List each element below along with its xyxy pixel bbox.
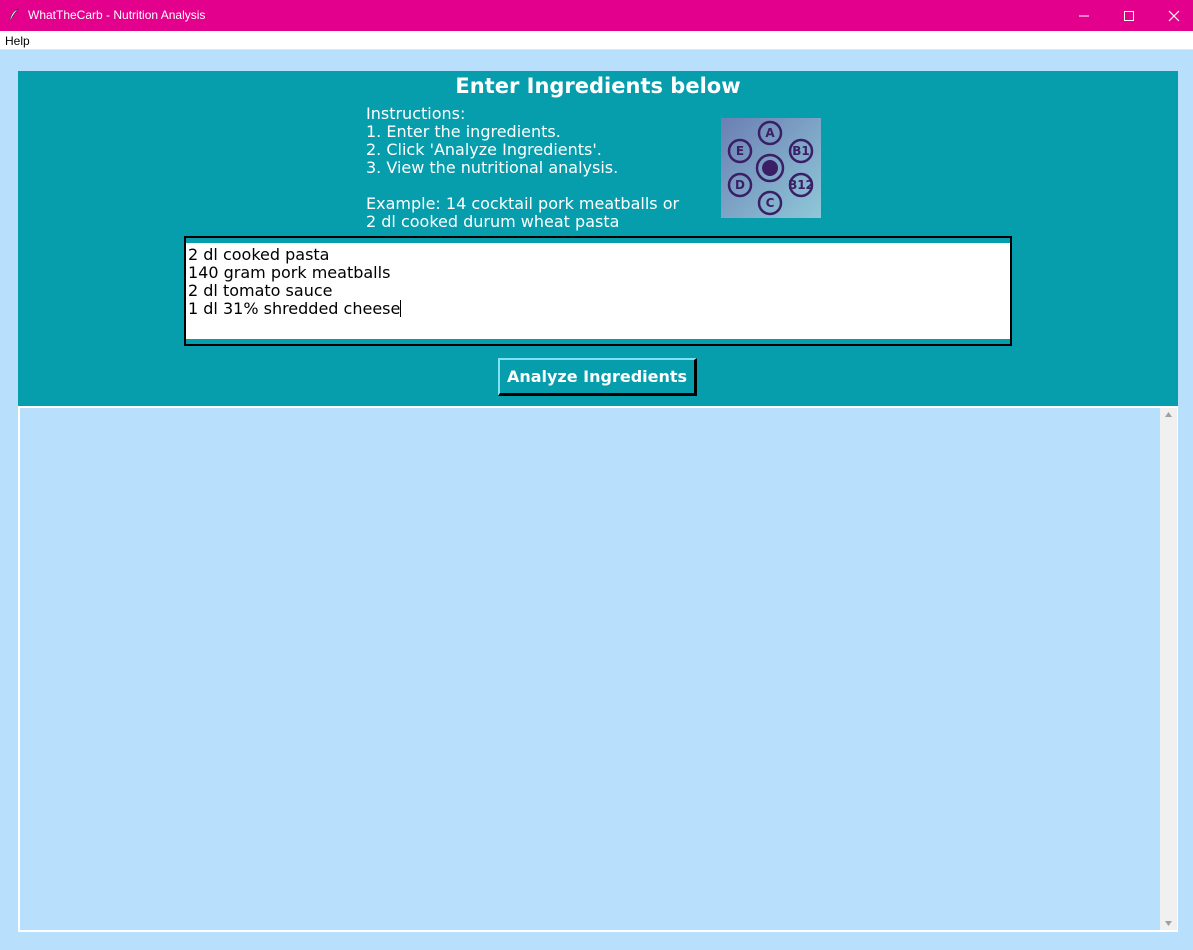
logo-letter: A xyxy=(765,126,775,140)
input-border-strip xyxy=(186,339,1010,344)
instructions-line xyxy=(366,177,679,195)
minimize-icon xyxy=(1079,15,1089,17)
vitamins-logo-icon: A B1 B12 C D E xyxy=(721,118,821,218)
ingredients-text: 2 dl cooked pasta 140 gram pork meatball… xyxy=(188,245,402,318)
results-scrollbar[interactable] xyxy=(1160,408,1177,930)
logo-letter: E xyxy=(736,144,744,158)
close-button[interactable] xyxy=(1151,0,1193,31)
maximize-icon xyxy=(1124,11,1134,21)
logo-letter: B12 xyxy=(788,178,814,192)
ingredients-input[interactable]: 2 dl cooked pasta 140 gram pork meatball… xyxy=(184,236,1012,346)
logo-letter: B1 xyxy=(792,144,810,158)
title-bar: WhatTheCarb - Nutrition Analysis xyxy=(0,0,1193,31)
logo-letter: C xyxy=(766,196,775,210)
panel-heading: Enter Ingredients below xyxy=(455,74,741,98)
results-area[interactable] xyxy=(18,406,1178,932)
analyze-ingredients-button[interactable]: Analyze Ingredients xyxy=(498,358,697,396)
text-caret xyxy=(400,300,402,317)
ingredient-line: 140 gram pork meatballs xyxy=(188,263,391,282)
instructions-line: 3. View the nutritional analysis. xyxy=(366,158,619,177)
scroll-up-icon[interactable] xyxy=(1164,411,1173,418)
ingredient-line: 1 dl 31% shredded cheese xyxy=(188,299,401,318)
scroll-down-icon[interactable] xyxy=(1164,920,1173,927)
instructions-line: Example: 14 cocktail pork meatballs or xyxy=(366,194,680,213)
instructions-line: 2. Click 'Analyze Ingredients'. xyxy=(366,140,602,159)
instructions-text: Instructions: 1. Enter the ingredients. … xyxy=(366,105,679,231)
window-title: WhatTheCarb - Nutrition Analysis xyxy=(28,8,206,22)
feather-icon xyxy=(9,8,19,21)
logo-letter: D xyxy=(735,178,745,192)
close-icon xyxy=(1168,10,1180,22)
maximize-button[interactable] xyxy=(1106,0,1152,31)
instructions-line: 1. Enter the ingredients. xyxy=(366,122,561,141)
input-border-strip xyxy=(186,238,1010,243)
ingredient-line: 2 dl tomato sauce xyxy=(188,281,333,300)
menu-bar: Help xyxy=(0,31,1193,50)
menu-item-help[interactable]: Help xyxy=(5,34,30,48)
ingredient-line: 2 dl cooked pasta xyxy=(188,245,330,264)
instructions-line: 2 dl cooked durum wheat pasta xyxy=(366,212,620,231)
instructions-line: Instructions: xyxy=(366,104,466,123)
minimize-button[interactable] xyxy=(1061,0,1107,31)
ingredient-line-last: 1 dl 31% shredded cheese xyxy=(188,299,402,318)
